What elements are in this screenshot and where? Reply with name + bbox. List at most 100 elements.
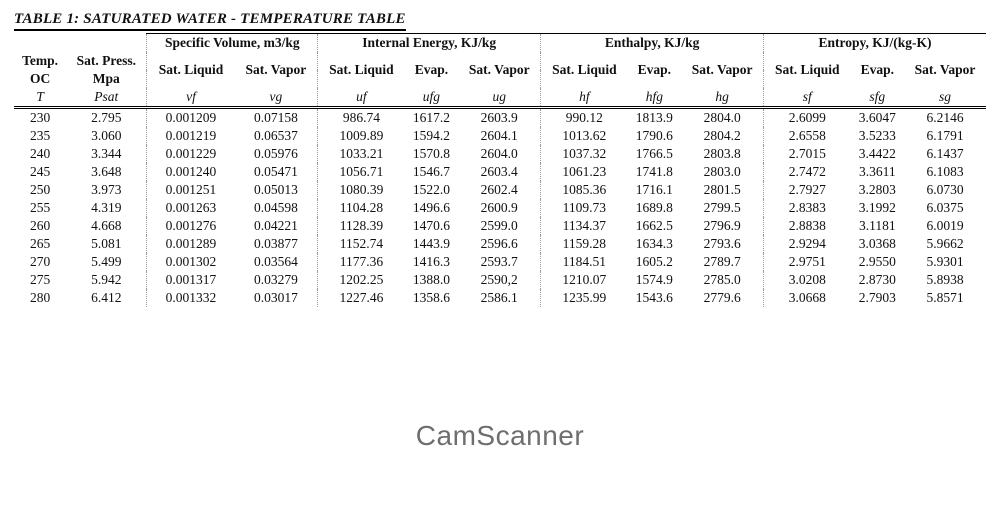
cell-Psat: 4.319 [66,199,147,217]
cell-T: 260 [14,217,66,235]
cell-hfg: 1574.9 [628,271,682,289]
sym-hfg: hfg [628,88,682,108]
cell-hfg: 1605.2 [628,253,682,271]
cell-vg: 0.05471 [235,163,318,181]
cell-vf: 0.001289 [147,235,235,253]
table-row: 2403.3440.0012290.059761033.211570.82604… [14,145,986,163]
cell-hf: 1013.62 [541,127,628,145]
cell-sg: 5.9301 [904,253,986,271]
sym-Psat: Psat [66,88,147,108]
cell-Psat: 3.060 [66,127,147,145]
cell-ug: 2586.1 [458,289,540,307]
cell-ufg: 1416.3 [405,253,459,271]
cell-T: 280 [14,289,66,307]
cell-sfg: 2.8730 [850,271,904,289]
cell-vf: 0.001240 [147,163,235,181]
cell-T: 275 [14,271,66,289]
cell-hfg: 1716.1 [628,181,682,199]
cell-sf: 2.6558 [764,127,851,145]
cell-ug: 2590,2 [458,271,540,289]
cell-vf: 0.001317 [147,271,235,289]
cell-vf: 0.001251 [147,181,235,199]
sym-uf: uf [318,88,405,108]
cell-ug: 2593.7 [458,253,540,271]
col-sg-h1: Sat. Vapor [904,52,986,88]
steam-table: Specific Volume, m3/kg Internal Energy, … [14,33,986,307]
cell-T: 240 [14,145,66,163]
cell-sf: 2.9294 [764,235,851,253]
group-enthalpy: Enthalpy, KJ/kg [541,34,764,53]
cell-ufg: 1388.0 [405,271,459,289]
cell-vg: 0.04598 [235,199,318,217]
cell-Psat: 5.499 [66,253,147,271]
sym-sg: sg [904,88,986,108]
cell-ufg: 1470.6 [405,217,459,235]
sym-ufg: ufg [405,88,459,108]
col-vf-h1: Sat. Liquid [147,52,235,88]
cell-vg: 0.05976 [235,145,318,163]
cell-sfg: 3.5233 [850,127,904,145]
cell-hg: 2799.5 [681,199,763,217]
cell-uf: 1128.39 [318,217,405,235]
table-row: 2755.9420.0013170.032791202.251388.02590… [14,271,986,289]
sym-ug: ug [458,88,540,108]
cell-T: 255 [14,199,66,217]
cell-uf: 1009.89 [318,127,405,145]
cell-sfg: 2.9550 [850,253,904,271]
cell-vg: 0.05013 [235,181,318,199]
cell-ufg: 1617.2 [405,108,459,128]
group-internal-energy: Internal Energy, KJ/kg [318,34,541,53]
cell-sfg: 3.1181 [850,217,904,235]
col-ug-h1: Sat. Vapor [458,52,540,88]
cell-Psat: 3.344 [66,145,147,163]
cell-Psat: 5.942 [66,271,147,289]
cell-sg: 6.1083 [904,163,986,181]
cell-sfg: 3.1992 [850,199,904,217]
cell-sf: 2.8383 [764,199,851,217]
cell-hfg: 1543.6 [628,289,682,307]
cell-ufg: 1570.8 [405,145,459,163]
cell-hg: 2804.0 [681,108,763,128]
cell-hg: 2793.6 [681,235,763,253]
cell-T: 245 [14,163,66,181]
table-row: 2655.0810.0012890.038771152.741443.92596… [14,235,986,253]
cell-ufg: 1546.7 [405,163,459,181]
col-psat-h2: Mpa [66,70,147,88]
cell-vf: 0.001263 [147,199,235,217]
col-temp-h1: Temp. [14,52,66,70]
table-title: TABLE 1: SATURATED WATER - TEMPERATURE T… [14,11,406,31]
cell-hf: 1061.23 [541,163,628,181]
cell-hfg: 1790.6 [628,127,682,145]
cell-sg: 6.2146 [904,108,986,128]
cell-sf: 2.7015 [764,145,851,163]
sym-hg: hg [681,88,763,108]
cell-vg: 0.06537 [235,127,318,145]
cell-sg: 6.1791 [904,127,986,145]
cell-hg: 2801.5 [681,181,763,199]
cell-hf: 990.12 [541,108,628,128]
col-temp-h2: OC [14,70,66,88]
cell-hf: 1037.32 [541,145,628,163]
cell-hf: 1159.28 [541,235,628,253]
cell-hfg: 1813.9 [628,108,682,128]
group-entropy: Entropy, KJ/(kg-K) [764,34,986,53]
cell-hfg: 1634.3 [628,235,682,253]
table-row: 2705.4990.0013020.035641177.361416.32593… [14,253,986,271]
cell-T: 270 [14,253,66,271]
cell-vf: 0.001229 [147,145,235,163]
cell-sg: 5.8571 [904,289,986,307]
sym-vf: vf [147,88,235,108]
cell-uf: 1056.71 [318,163,405,181]
col-hf-h1: Sat. Liquid [541,52,628,88]
cell-vf: 0.001209 [147,108,235,128]
cell-hfg: 1741.8 [628,163,682,181]
cell-vf: 0.001332 [147,289,235,307]
cell-uf: 1033.21 [318,145,405,163]
col-hfg-h1: Evap. [628,52,682,88]
col-psat-h1: Sat. Press. [66,52,147,70]
cell-vf: 0.001276 [147,217,235,235]
sym-sfg: sfg [850,88,904,108]
cell-sfg: 3.4422 [850,145,904,163]
col-sf-h1: Sat. Liquid [764,52,851,88]
cell-sf: 2.8838 [764,217,851,235]
